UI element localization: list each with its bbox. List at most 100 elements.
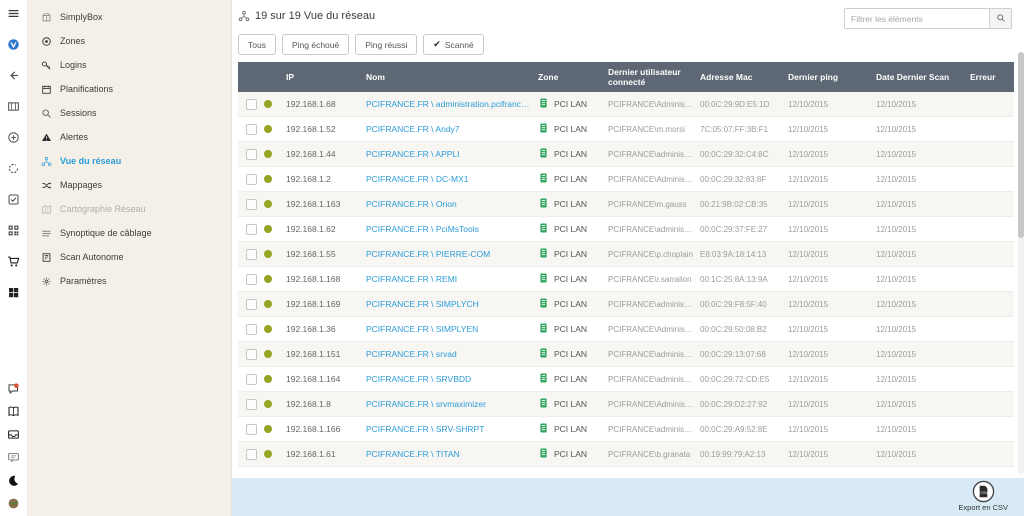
name-link[interactable]: PCIFRANCE.FR \ Orion — [366, 199, 538, 209]
export-csv-button[interactable]: CSV Export en CSV — [958, 480, 1008, 512]
filter-input[interactable] — [845, 9, 989, 28]
sidebar-item[interactable]: Vue du réseau — [28, 149, 231, 173]
add-icon[interactable] — [7, 130, 21, 144]
table-row: 192.168.1.55 PCIFRANCE.FR \ PIERRE-COM P… — [238, 242, 1014, 267]
search-button[interactable] — [989, 9, 1011, 28]
row-checkbox[interactable] — [246, 449, 257, 460]
row-checkbox[interactable] — [246, 349, 257, 360]
row-checkbox[interactable] — [246, 374, 257, 385]
col-error[interactable]: Erreur — [970, 70, 1014, 84]
col-nom[interactable]: Nom — [366, 70, 538, 84]
name-link[interactable]: PCIFRANCE.FR \ DC-MX1 — [366, 174, 538, 184]
name-link[interactable]: PCIFRANCE.FR \ srvmaximizer — [366, 399, 538, 409]
app-logo-icon[interactable] — [7, 37, 21, 51]
sidebar-item[interactable]: Logins — [28, 53, 231, 77]
chat-red-icon[interactable] — [7, 381, 21, 395]
last-ping-cell: 12/10/2015 — [788, 450, 876, 459]
col-zone[interactable]: Zone — [538, 70, 608, 84]
book-icon[interactable] — [7, 404, 21, 418]
menu-icon[interactable] — [7, 6, 21, 20]
name-link[interactable]: PCIFRANCE.FR \ SRV-SHRPT — [366, 424, 538, 434]
row-checkbox[interactable] — [246, 424, 257, 435]
name-link[interactable]: PCIFRANCE.FR \ administration.pcifrance.… — [366, 99, 538, 109]
name-link[interactable]: PCIFRANCE.FR \ REMI — [366, 274, 538, 284]
row-checkbox[interactable] — [246, 274, 257, 285]
sidebar-item-label: Cartographie Réseau — [60, 204, 146, 214]
row-checkbox[interactable] — [246, 324, 257, 335]
name-link[interactable]: PCIFRANCE.FR \ SRVBDD — [366, 374, 538, 384]
zone-label: PCI LAN — [554, 349, 587, 359]
zone-cell: PCI LAN — [538, 447, 608, 461]
filter-button[interactable]: Ping échoué — [282, 34, 349, 55]
sidebar-item-label: Scan Autonome — [60, 252, 124, 262]
row-checkbox[interactable] — [246, 299, 257, 310]
shuffle-icon — [40, 179, 52, 191]
cart-icon[interactable] — [7, 254, 21, 268]
status-dot — [264, 350, 272, 358]
name-link[interactable]: PCIFRANCE.FR \ SIMPLYEN — [366, 324, 538, 334]
sidebar-item[interactable]: Paramètres — [28, 269, 231, 293]
sidebar-item[interactable]: Synoptique de câblage — [28, 221, 231, 245]
name-link[interactable]: PCIFRANCE.FR \ Andy7 — [366, 124, 538, 134]
window-icon[interactable] — [7, 99, 21, 113]
search-icon — [996, 13, 1006, 25]
filter-button[interactable]: Tous — [238, 34, 276, 55]
filter-button[interactable]: ✔ Scanné — [423, 34, 483, 55]
row-checkbox[interactable] — [246, 174, 257, 185]
row-checkbox[interactable] — [246, 249, 257, 260]
sidebar-item[interactable]: Planifications — [28, 77, 231, 101]
sidebar-item[interactable]: Scan Autonome — [28, 245, 231, 269]
sidebar-item[interactable]: Cartographie Réseau — [28, 197, 231, 221]
ip-cell: 192.168.1.68 — [286, 99, 366, 109]
status-dot — [264, 125, 272, 133]
zone-server-icon — [538, 422, 549, 436]
row-checkbox[interactable] — [246, 124, 257, 135]
last-ping-cell: 12/10/2015 — [788, 225, 876, 234]
tasks-icon[interactable] — [7, 192, 21, 206]
sidebar-item[interactable]: Zones — [28, 29, 231, 53]
sidebar-item[interactable]: Alertes — [28, 125, 231, 149]
status-dot — [264, 450, 272, 458]
chat-gray-icon[interactable] — [7, 450, 21, 464]
filter-button[interactable]: Ping réussi — [355, 34, 417, 55]
ip-cell: 192.168.1.2 — [286, 174, 366, 184]
sidebar-item[interactable]: SimplyBox — [28, 5, 231, 29]
col-mac[interactable]: Adresse Mac — [700, 70, 788, 84]
zone-server-icon — [538, 172, 549, 186]
sidebar-item-label: Zones — [60, 36, 85, 46]
sidebar-item[interactable]: Sessions — [28, 101, 231, 125]
name-link[interactable]: PCIFRANCE.FR \ srvad — [366, 349, 538, 359]
moon-icon[interactable] — [7, 473, 21, 487]
row-checkbox[interactable] — [246, 224, 257, 235]
inbox-icon[interactable] — [7, 427, 21, 441]
col-ping[interactable]: Dernier ping — [788, 70, 876, 84]
col-ip[interactable]: IP — [286, 70, 366, 84]
row-checkbox[interactable] — [246, 199, 257, 210]
row-checkbox[interactable] — [246, 149, 257, 160]
avatar-sphere-icon[interactable] — [7, 496, 21, 510]
table-row: 192.168.1.8 PCIFRANCE.FR \ srvmaximizer … — [238, 392, 1014, 417]
col-user[interactable]: Dernier utilisateur connecté — [608, 65, 700, 89]
mac-cell: 00:19:99:79:A2:13 — [700, 450, 788, 459]
filter-button-label: Ping réussi — [365, 40, 407, 50]
sidebar-item[interactable]: Mappages — [28, 173, 231, 197]
scrollbar-thumb[interactable] — [1018, 52, 1024, 238]
name-link[interactable]: PCIFRANCE.FR \ TITAN — [366, 449, 538, 459]
name-link[interactable]: PCIFRANCE.FR \ PIERRE-COM — [366, 249, 538, 259]
apps-grid-icon[interactable] — [7, 285, 21, 299]
zone-cell: PCI LAN — [538, 147, 608, 161]
name-link[interactable]: PCIFRANCE.FR \ APPLI — [366, 149, 538, 159]
name-link[interactable]: PCIFRANCE.FR \ PciMsTools — [366, 224, 538, 234]
qr-icon[interactable] — [7, 223, 21, 237]
row-checkbox[interactable] — [246, 399, 257, 410]
col-scan[interactable]: Date Dernier Scan — [876, 70, 970, 84]
last-ping-cell: 12/10/2015 — [788, 175, 876, 184]
status-dot — [264, 325, 272, 333]
name-link[interactable]: PCIFRANCE.FR \ SIMPLYCH — [366, 299, 538, 309]
row-checkbox[interactable] — [246, 99, 257, 110]
box-icon — [40, 11, 52, 23]
sync-icon[interactable] — [7, 161, 21, 175]
back-icon[interactable] — [7, 68, 21, 82]
vertical-scrollbar[interactable] — [1018, 52, 1024, 474]
ip-cell: 192.168.1.62 — [286, 224, 366, 234]
